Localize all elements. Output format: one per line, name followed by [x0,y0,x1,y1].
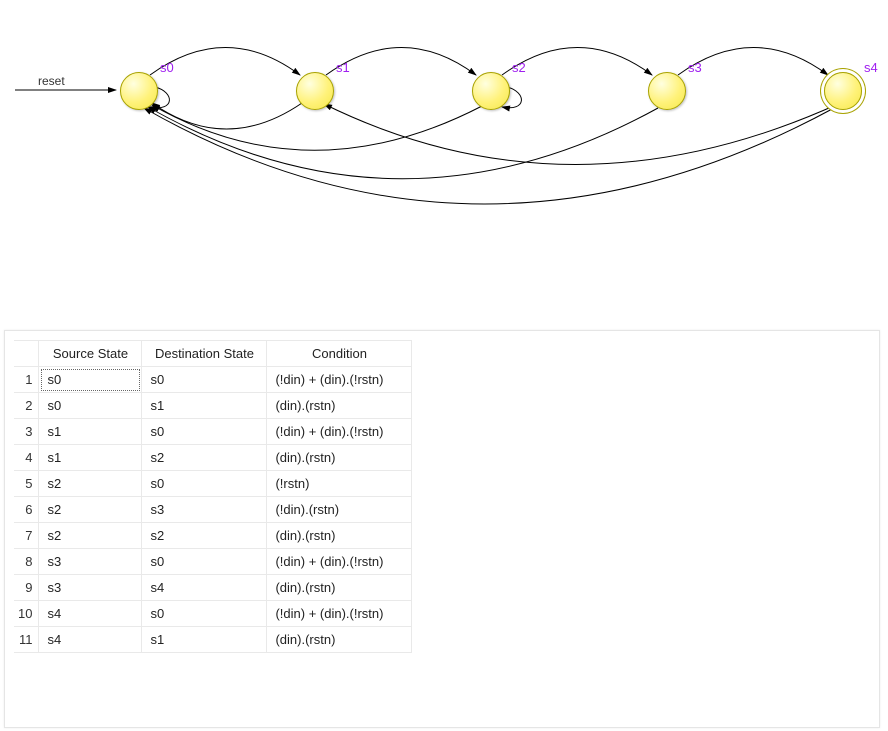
state-node-s1 [296,72,334,110]
cell-condition[interactable]: (!din) + (din).(!rstn) [267,601,412,627]
state-label-s4: s4 [864,60,878,75]
cell-source[interactable]: s4 [39,627,142,653]
table-row[interactable]: 5 s2 s0 (!rstn) [14,471,412,497]
cell-condition[interactable]: (din).(rstn) [267,523,412,549]
cell-source[interactable]: s2 [39,471,142,497]
cell-destination[interactable]: s2 [142,523,267,549]
state-label-s0: s0 [160,60,174,75]
header-blank [14,341,39,367]
row-number: 11 [14,627,39,653]
state-node-s4 [824,72,862,110]
cell-condition[interactable]: (!din) + (din).(!rstn) [267,367,412,393]
cell-source[interactable]: s1 [39,419,142,445]
state-node-s2 [472,72,510,110]
transition-table[interactable]: Source State Destination State Condition… [14,340,412,653]
cell-destination[interactable]: s0 [142,601,267,627]
table-row[interactable]: 2 s0 s1 (din).(rstn) [14,393,412,419]
table-row[interactable]: 7 s2 s2 (din).(rstn) [14,523,412,549]
row-number: 10 [14,601,39,627]
cell-destination[interactable]: s2 [142,445,267,471]
row-number: 6 [14,497,39,523]
cell-destination[interactable]: s0 [142,419,267,445]
row-number: 5 [14,471,39,497]
row-number: 8 [14,549,39,575]
row-number: 9 [14,575,39,601]
table-row[interactable]: 3 s1 s0 (!din) + (din).(!rstn) [14,419,412,445]
cell-source[interactable]: s1 [39,445,142,471]
cell-condition[interactable]: (din).(rstn) [267,575,412,601]
cell-source[interactable]: s2 [39,497,142,523]
cell-condition[interactable]: (din).(rstn) [267,393,412,419]
table-row[interactable]: 11 s4 s1 (din).(rstn) [14,627,412,653]
table-row[interactable]: 4 s1 s2 (din).(rstn) [14,445,412,471]
row-number: 4 [14,445,39,471]
row-number: 2 [14,393,39,419]
cell-source[interactable]: s3 [39,575,142,601]
table-header-row: Source State Destination State Condition [14,341,412,367]
transition-table-panel: Source State Destination State Condition… [4,330,880,728]
header-destination: Destination State [142,341,267,367]
row-number: 1 [14,367,39,393]
cell-condition[interactable]: (!rstn) [267,471,412,497]
cell-destination[interactable]: s3 [142,497,267,523]
reset-label: reset [38,74,65,88]
state-diagram: reset s0 s1 s2 s3 s4 [0,0,888,300]
table-row[interactable]: 6 s2 s3 (!din).(rstn) [14,497,412,523]
row-number: 3 [14,419,39,445]
state-label-s1: s1 [336,60,350,75]
table-row[interactable]: 9 s3 s4 (din).(rstn) [14,575,412,601]
state-node-s3 [648,72,686,110]
cell-destination[interactable]: s4 [142,575,267,601]
table-row[interactable]: 8 s3 s0 (!din) + (din).(!rstn) [14,549,412,575]
cell-condition[interactable]: (!din).(rstn) [267,497,412,523]
cell-source[interactable]: s0 [39,367,142,393]
table-row[interactable]: 10 s4 s0 (!din) + (din).(!rstn) [14,601,412,627]
table-row[interactable]: 1 s0 s0 (!din) + (din).(!rstn) [14,367,412,393]
cell-source[interactable]: s0 [39,393,142,419]
state-label-s2: s2 [512,60,526,75]
cell-condition[interactable]: (!din) + (din).(!rstn) [267,419,412,445]
cell-source[interactable]: s4 [39,601,142,627]
cell-source[interactable]: s3 [39,549,142,575]
cell-source[interactable]: s2 [39,523,142,549]
state-node-s0 [120,72,158,110]
header-condition: Condition [267,341,412,367]
header-source: Source State [39,341,142,367]
cell-destination[interactable]: s0 [142,549,267,575]
cell-condition[interactable]: (din).(rstn) [267,445,412,471]
cell-condition[interactable]: (!din) + (din).(!rstn) [267,549,412,575]
cell-destination[interactable]: s0 [142,367,267,393]
cell-condition[interactable]: (din).(rstn) [267,627,412,653]
row-number: 7 [14,523,39,549]
cell-destination[interactable]: s1 [142,393,267,419]
cell-destination[interactable]: s0 [142,471,267,497]
state-label-s3: s3 [688,60,702,75]
cell-destination[interactable]: s1 [142,627,267,653]
